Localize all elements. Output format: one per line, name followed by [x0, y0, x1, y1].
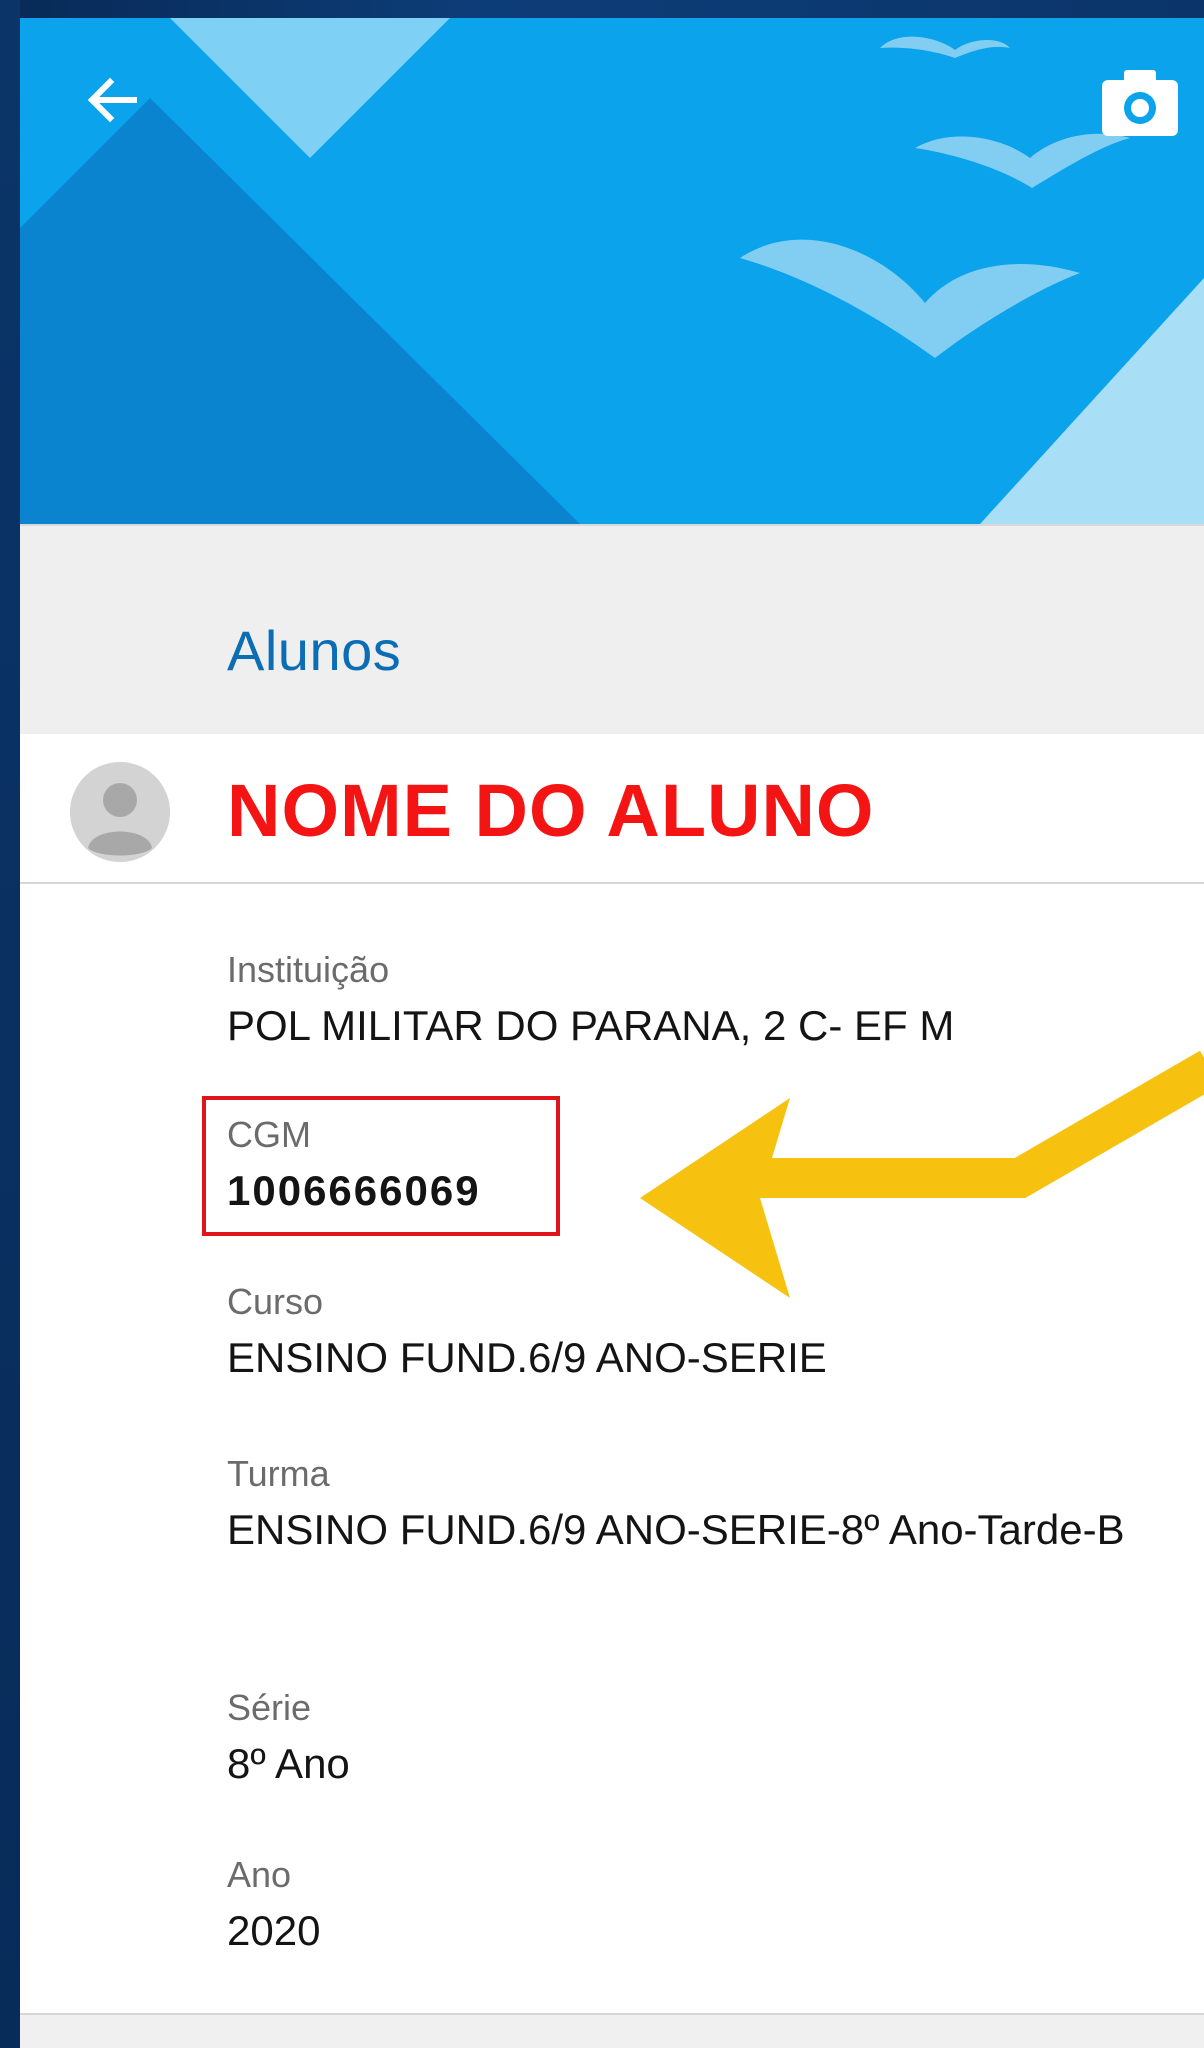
back-button[interactable]: [80, 68, 180, 168]
field-label: Ano: [227, 1854, 292, 1895]
field-ano: Ano 2020: [227, 1853, 1187, 1959]
field-value: ENSINO FUND.6/9 ANO-SERIE: [227, 1334, 827, 1381]
field-value: 8º Ano: [227, 1740, 350, 1787]
field-value: ENSINO FUND.6/9 ANO-SERIE-8º Ano-Tarde-B: [227, 1506, 1125, 1553]
field-value: 2020: [227, 1907, 321, 1954]
field-value: 1006666069: [227, 1167, 481, 1214]
field-turma: Turma ENSINO FUND.6/9 ANO-SERIE-8º Ano-T…: [227, 1452, 1187, 1558]
bottom-divider: [20, 2013, 1204, 2048]
header-banner: [20, 18, 1204, 524]
field-label: CGM: [227, 1114, 311, 1155]
section-header: Alunos: [20, 524, 1204, 736]
field-serie: Série 8º Ano: [227, 1686, 1187, 1792]
person-icon: [70, 762, 170, 862]
field-value: POL MILITAR DO PARANA, 2 C- EF M: [227, 1002, 955, 1049]
camera-button[interactable]: [1100, 68, 1204, 168]
field-cgm: CGM 1006666069: [227, 1113, 1187, 1219]
section-title: Alunos: [227, 619, 402, 682]
arrow-left-icon: [87, 77, 137, 123]
banner-illustration: [20, 18, 1204, 524]
app-screen: Alunos NOME DO ALUNO Instituição POL MIL…: [20, 18, 1204, 2048]
avatar: [70, 762, 170, 862]
field-instituicao: Instituição POL MILITAR DO PARANA, 2 C- …: [227, 948, 1187, 1054]
field-label: Curso: [227, 1281, 324, 1322]
field-label: Série: [227, 1687, 312, 1728]
student-header: NOME DO ALUNO: [20, 734, 1204, 884]
window-frame-left: [0, 0, 20, 2048]
field-label: Instituição: [227, 949, 390, 990]
field-label: Turma: [227, 1453, 330, 1494]
field-curso: Curso ENSINO FUND.6/9 ANO-SERIE: [227, 1280, 1187, 1386]
camera-icon: [1102, 70, 1178, 136]
student-name: NOME DO ALUNO: [227, 769, 875, 852]
window-frame-top: [0, 0, 1204, 18]
